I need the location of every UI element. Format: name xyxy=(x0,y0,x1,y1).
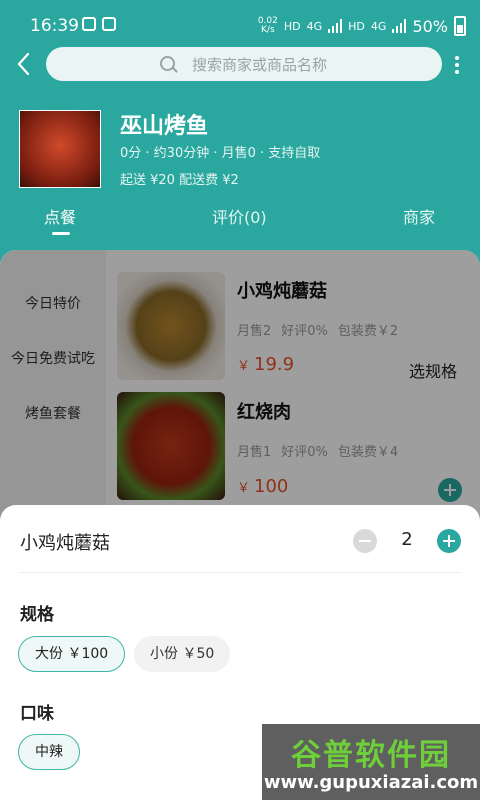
back-arrow-icon[interactable] xyxy=(12,50,36,78)
notification-icons xyxy=(82,17,116,31)
dim-overlay[interactable] xyxy=(0,250,480,540)
search-placeholder: 搜索商家或商品名称 xyxy=(192,56,328,74)
battery-percent: 50% xyxy=(412,16,448,36)
battery-icon xyxy=(454,16,466,36)
status-right: 0.02 K/s HD 4G HD 4G 50% xyxy=(258,16,466,36)
shop-tabs: 点餐 评价(0) 商家 xyxy=(0,204,480,240)
quantity-value: 2 xyxy=(401,529,413,550)
search-bar[interactable]: 搜索商家或商品名称 xyxy=(46,47,442,81)
shop-meta: 0分 · 约30分钟 · 月售0 · 支持自取 xyxy=(120,146,321,161)
spec-section-title: 规格 xyxy=(20,605,54,625)
more-options-icon[interactable] xyxy=(454,56,460,76)
signal-icon-2 xyxy=(392,19,407,33)
shop-header: 16:39 0.02 K/s HD 4G HD 4G 50% 搜索商家或商品名称 … xyxy=(0,0,480,270)
spec-option-large[interactable]: 大份 ￥100 xyxy=(18,636,126,672)
net-speed-unit: K/s xyxy=(261,25,275,35)
hd-label-1: HD xyxy=(283,19,301,33)
network-label-2: 4G xyxy=(370,19,387,33)
signal-icon xyxy=(328,19,343,33)
decrease-quantity-icon[interactable] xyxy=(353,529,377,553)
spec-option-small[interactable]: 小份 ￥50 xyxy=(134,636,231,672)
net-speed: 0.02 K/s xyxy=(258,17,278,35)
watermark-text: 谷普软件园 xyxy=(291,738,451,773)
taste-option-medium-spicy[interactable]: 中辣 xyxy=(18,734,80,770)
shop-delivery-fee: 起送 ¥20 配送费 ¥2 xyxy=(120,173,239,188)
divider xyxy=(20,572,460,573)
tab-reviews[interactable]: 评价(0) xyxy=(212,204,267,228)
increase-quantity-icon[interactable] xyxy=(437,529,461,553)
shop-name: 巫山烤鱼 xyxy=(120,114,209,139)
sheet-dish-name: 小鸡炖蘑菇 xyxy=(20,533,110,554)
tab-order[interactable]: 点餐 xyxy=(44,204,76,228)
taste-section-title: 口味 xyxy=(20,704,54,724)
status-bar: 16:39 0.02 K/s HD 4G HD 4G 50% xyxy=(0,0,480,50)
app-notification-icon xyxy=(102,17,116,31)
tab-active-indicator xyxy=(52,232,70,235)
gallery-notification-icon xyxy=(82,17,96,31)
watermark-logo: 谷普软件园 www.gupuxiazai.com xyxy=(262,724,480,800)
search-icon xyxy=(160,56,175,71)
watermark-url: www.gupuxiazai.com xyxy=(263,772,479,793)
network-label-1: 4G xyxy=(306,19,323,33)
shop-logo-image xyxy=(19,110,101,188)
status-time: 16:39 xyxy=(30,16,79,36)
tab-merchant[interactable]: 商家 xyxy=(403,204,435,228)
hd-label-2: HD xyxy=(348,19,365,33)
